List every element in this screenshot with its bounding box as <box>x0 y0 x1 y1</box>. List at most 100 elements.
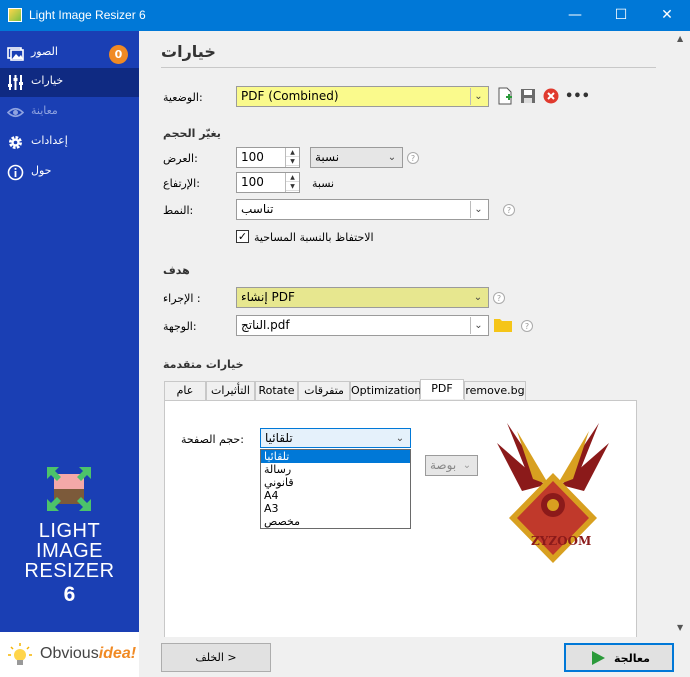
width-input[interactable]: 100 ▲ ▼ <box>236 147 300 168</box>
chevron-down-icon: ⌄ <box>470 317 486 334</box>
page-size-value: تلقائيا <box>265 431 293 445</box>
height-value: 100 <box>241 175 264 189</box>
sliders-icon <box>8 75 23 90</box>
title-bar: Light Image Resizer 6 — ☐ ✕ <box>0 0 690 31</box>
page-size-option[interactable]: قانوني <box>261 476 410 489</box>
info-icon <box>7 164 24 181</box>
help-icon[interactable]: ? <box>521 320 533 332</box>
sidebar-item-options[interactable]: خيارات <box>0 68 139 97</box>
chevron-down-icon: ⌄ <box>470 201 486 218</box>
brand-idea: idea! <box>98 645 137 662</box>
action-label: الإجراء : <box>163 292 201 305</box>
main-panel: خيارات الوضعية: PDF (Combined) ⌄ ••• يغي… <box>139 31 690 677</box>
process-button[interactable]: معالجة <box>564 643 674 672</box>
sidebar-item-settings[interactable]: إعدادات <box>0 128 139 157</box>
sidebar-item-preview[interactable]: معاينة <box>0 98 139 127</box>
help-icon[interactable]: ? <box>407 152 419 164</box>
page-size-option[interactable]: A3 <box>261 502 410 515</box>
logo-line: LIGHT <box>38 520 101 542</box>
images-icon <box>7 47 24 61</box>
width-spinner[interactable]: ▲ ▼ <box>285 148 299 167</box>
resize-logo-icon <box>47 467 91 511</box>
sidebar-item-images[interactable]: الصور 0 <box>0 39 139 68</box>
spin-up-icon: ▲ <box>286 173 299 182</box>
keep-area-checkbox[interactable]: ✓ <box>236 230 249 243</box>
play-icon <box>592 651 605 665</box>
vertical-scrollbar[interactable]: ▲ ▼ <box>673 31 690 637</box>
tab-pdf[interactable]: PDF <box>420 379 464 399</box>
sidebar-item-label: الصور <box>31 45 58 58</box>
width-label: العرض: <box>163 152 198 165</box>
unit-inches-value: بوصة <box>430 458 457 472</box>
eye-icon <box>7 107 24 118</box>
mode-select[interactable]: تناسب ⌄ <box>236 199 489 220</box>
app-icon <box>8 8 22 22</box>
close-button[interactable]: ✕ <box>644 0 690 31</box>
window-title: Light Image Resizer 6 <box>29 8 146 22</box>
destination-label: الوجهة: <box>163 320 197 333</box>
sidebar: الصور 0 خيارات معاينة إعدادات حول LIGHT … <box>0 31 139 677</box>
page-size-dropdown[interactable]: تلقائيا رسالة قانوني A4 A3 مخصص <box>260 449 411 529</box>
more-options-button[interactable]: ••• <box>565 89 590 104</box>
tab-remove-bg[interactable]: remove.bg <box>464 381 526 400</box>
lightbulb-icon <box>8 643 32 665</box>
unit-select[interactable]: نسبة ⌄ <box>310 147 403 168</box>
unit-inches-select[interactable]: بوصة ⌄ <box>425 455 478 476</box>
image-count-badge: 0 <box>109 45 128 64</box>
logo-text: LIGHT IMAGE RESIZER <box>0 521 139 581</box>
chevron-down-icon: ⌄ <box>395 433 405 444</box>
save-icon[interactable] <box>520 88 536 104</box>
action-value: إنشاء PDF <box>241 290 295 304</box>
divider <box>161 67 656 68</box>
chevron-down-icon: ⌄ <box>387 152 397 163</box>
page-size-option[interactable]: مخصص <box>261 515 410 528</box>
chevron-down-icon: ⌄ <box>462 460 472 471</box>
destination-select[interactable]: الناتج.pdf ⌄ <box>236 315 489 336</box>
height-label: الإرتفاع: <box>163 177 200 190</box>
advanced-section-title: خيارات متقدمة <box>163 358 244 371</box>
maximize-button[interactable]: ☐ <box>598 0 644 31</box>
tab-effects[interactable]: التأثيرات <box>206 381 255 400</box>
action-select[interactable]: إنشاء PDF ⌄ <box>236 287 489 308</box>
logo-version: 6 <box>63 583 76 606</box>
tab-general[interactable]: عام <box>164 381 206 400</box>
new-profile-icon[interactable] <box>497 87 513 105</box>
folder-icon[interactable] <box>494 317 512 332</box>
keep-area-label: الاحتفاظ بالنسبة المساحية <box>254 231 374 244</box>
height-input[interactable]: 100 ▲ ▼ <box>236 172 300 193</box>
height-unit-text: نسبة <box>312 177 335 190</box>
profile-value: PDF (Combined) <box>241 89 339 103</box>
help-icon[interactable]: ? <box>493 292 505 304</box>
destination-value: الناتج.pdf <box>241 318 290 332</box>
tab-rotate[interactable]: Rotate <box>255 381 298 400</box>
page-size-label: حجم الصفحة: <box>181 433 244 446</box>
height-spinner[interactable]: ▲ ▼ <box>285 173 299 192</box>
page-size-option[interactable]: رسالة <box>261 463 410 476</box>
logo-line: IMAGE <box>36 540 103 562</box>
page-size-option[interactable]: A4 <box>261 489 410 502</box>
scroll-down-icon[interactable]: ▼ <box>677 623 683 632</box>
chevron-down-icon: ⌄ <box>470 88 486 105</box>
tab-misc[interactable]: متفرقات <box>298 381 350 400</box>
help-icon[interactable]: ? <box>503 204 515 216</box>
brand-name: Obviousidea! <box>40 645 136 663</box>
page-size-select[interactable]: تلقائيا ⌄ <box>260 428 411 448</box>
tab-optimization[interactable]: Optimization <box>350 381 421 400</box>
process-label: معالجة <box>614 652 650 665</box>
minimize-button[interactable]: — <box>552 0 598 31</box>
spin-down-icon: ▼ <box>286 157 299 166</box>
delete-profile-icon[interactable] <box>543 88 559 104</box>
profile-label: الوضعية: <box>163 91 203 104</box>
page-size-option[interactable]: تلقائيا <box>261 450 410 463</box>
scroll-up-icon[interactable]: ▲ <box>677 34 683 43</box>
brand-word: Obvious <box>40 645 99 662</box>
pdf-tab-panel: حجم الصفحة: تلقائيا ⌄ بوصة ⌄ تلقائيا رسا… <box>164 400 637 640</box>
sidebar-item-label: إعدادات <box>31 134 68 147</box>
sidebar-item-about[interactable]: حول <box>0 158 139 187</box>
brand-footer[interactable]: Obviousidea! <box>0 632 139 677</box>
profile-select[interactable]: PDF (Combined) ⌄ <box>236 86 489 107</box>
page-title: خيارات <box>161 42 216 61</box>
back-button[interactable]: الخلف > <box>161 643 271 672</box>
chevron-down-icon: ⌄ <box>473 292 483 303</box>
unit-value: نسبة <box>315 150 340 164</box>
